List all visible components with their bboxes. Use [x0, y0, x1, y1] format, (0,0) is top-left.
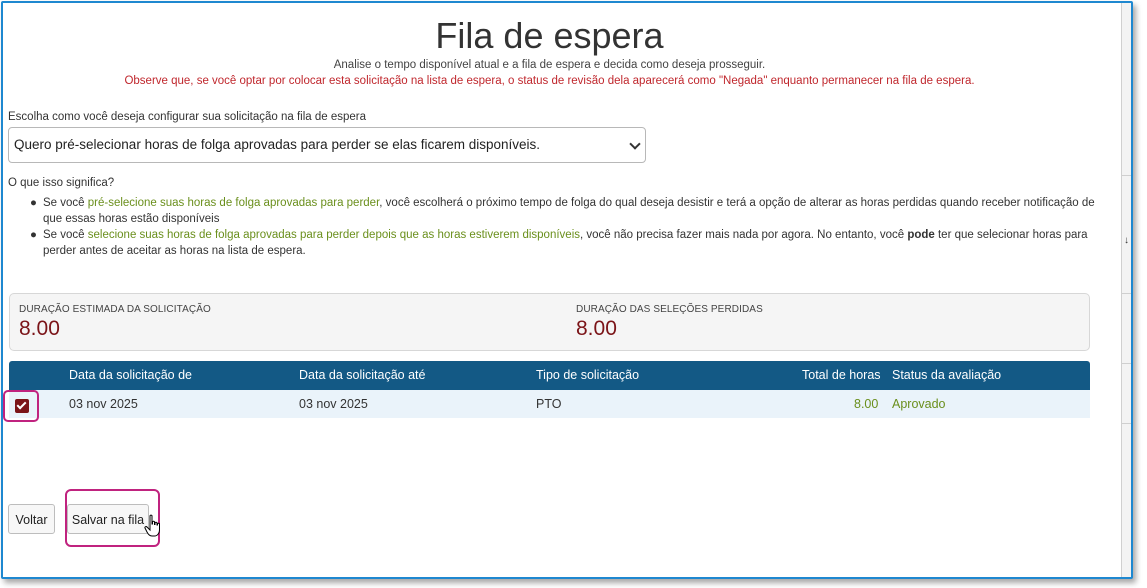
column-header-hours[interactable]: Total de horas	[802, 368, 881, 382]
list-item: ● Se você pré-selecione suas horas de fo…	[30, 195, 1103, 227]
bullet-highlight: selecione suas horas de folga aprovadas …	[87, 229, 580, 241]
duration-summary: DURAÇÃO ESTIMADA DA SOLICITAÇÃO 8.00 DUR…	[9, 293, 1090, 351]
column-header-from[interactable]: Data da solicitação de	[69, 368, 192, 382]
divider	[1122, 363, 1131, 364]
lost-duration: DURAÇÃO DAS SELEÇÕES PERDIDAS 8.00	[576, 304, 763, 341]
list-item: ● Se você selecione suas horas de folga …	[30, 227, 1103, 259]
page-subtitle: Analise o tempo disponível atual e a fil…	[333, 59, 766, 71]
checkmark-icon	[16, 399, 27, 410]
cell-hours: 8.00	[854, 397, 879, 411]
lost-duration-value: 8.00	[576, 317, 617, 340]
bullet-highlight: pré-selecione suas horas de folga aprova…	[87, 197, 380, 209]
column-header-to[interactable]: Data da solicitação até	[299, 368, 425, 382]
row-checkbox[interactable]	[15, 399, 29, 413]
lost-duration-label: DURAÇÃO DAS SELEÇÕES PERDIDAS	[576, 304, 763, 315]
config-label: Escolha como você deseja configurar sua …	[8, 111, 366, 123]
back-button[interactable]: Voltar	[8, 504, 55, 534]
column-header-type[interactable]: Tipo de solicitação	[536, 368, 639, 382]
estimated-duration-value: 8.00	[19, 317, 60, 340]
divider	[1122, 293, 1131, 294]
side-scrollbar[interactable]: ↓	[1121, 3, 1131, 577]
request-table: Data da solicitação de Data da solicitaç…	[9, 361, 1090, 418]
meaning-list: ● Se você pré-selecione suas horas de fo…	[30, 195, 1103, 259]
waitlist-warning: Observe que, se você optar por colocar e…	[124, 75, 975, 87]
bullet-text: Se você	[43, 229, 88, 241]
column-header-status[interactable]: Status da avaliação	[892, 368, 1001, 382]
divider	[1122, 175, 1131, 176]
select-value: Quero pré-selecionar horas de folga apro…	[14, 137, 541, 152]
cell-status: Aprovado	[892, 397, 946, 411]
scroll-arrow-icon: ↓	[1124, 235, 1129, 246]
bullet-icon: ●	[30, 229, 37, 241]
save-to-queue-button[interactable]: Salvar na fila	[67, 504, 149, 534]
chevron-down-icon	[629, 138, 641, 150]
table-header: Data da solicitação de Data da solicitaç…	[9, 361, 1090, 390]
estimated-duration: DURAÇÃO ESTIMADA DA SOLICITAÇÃO 8.00	[19, 304, 211, 341]
divider	[1122, 423, 1131, 424]
meaning-heading: O que isso significa?	[8, 177, 115, 189]
hand-cursor-icon	[144, 514, 160, 537]
waitlist-config-select[interactable]: Quero pré-selecionar horas de folga apro…	[8, 127, 646, 163]
bullet-bold: pode	[907, 229, 935, 241]
page-title: Fila de espera	[435, 15, 664, 56]
estimated-duration-label: DURAÇÃO ESTIMADA DA SOLICITAÇÃO	[19, 304, 211, 315]
cell-to: 03 nov 2025	[299, 397, 368, 411]
bullet-icon: ●	[30, 197, 37, 209]
page-window: Fila de espera Analise o tempo disponíve…	[1, 1, 1133, 579]
bullet-text: , você não precisa fazer mais nada por a…	[580, 229, 908, 241]
table-row[interactable]: 03 nov 2025 03 nov 2025 PTO 8.00 Aprovad…	[9, 390, 1090, 418]
bullet-text: Se você	[43, 197, 88, 209]
cell-type: PTO	[536, 397, 562, 411]
cell-from: 03 nov 2025	[69, 397, 138, 411]
